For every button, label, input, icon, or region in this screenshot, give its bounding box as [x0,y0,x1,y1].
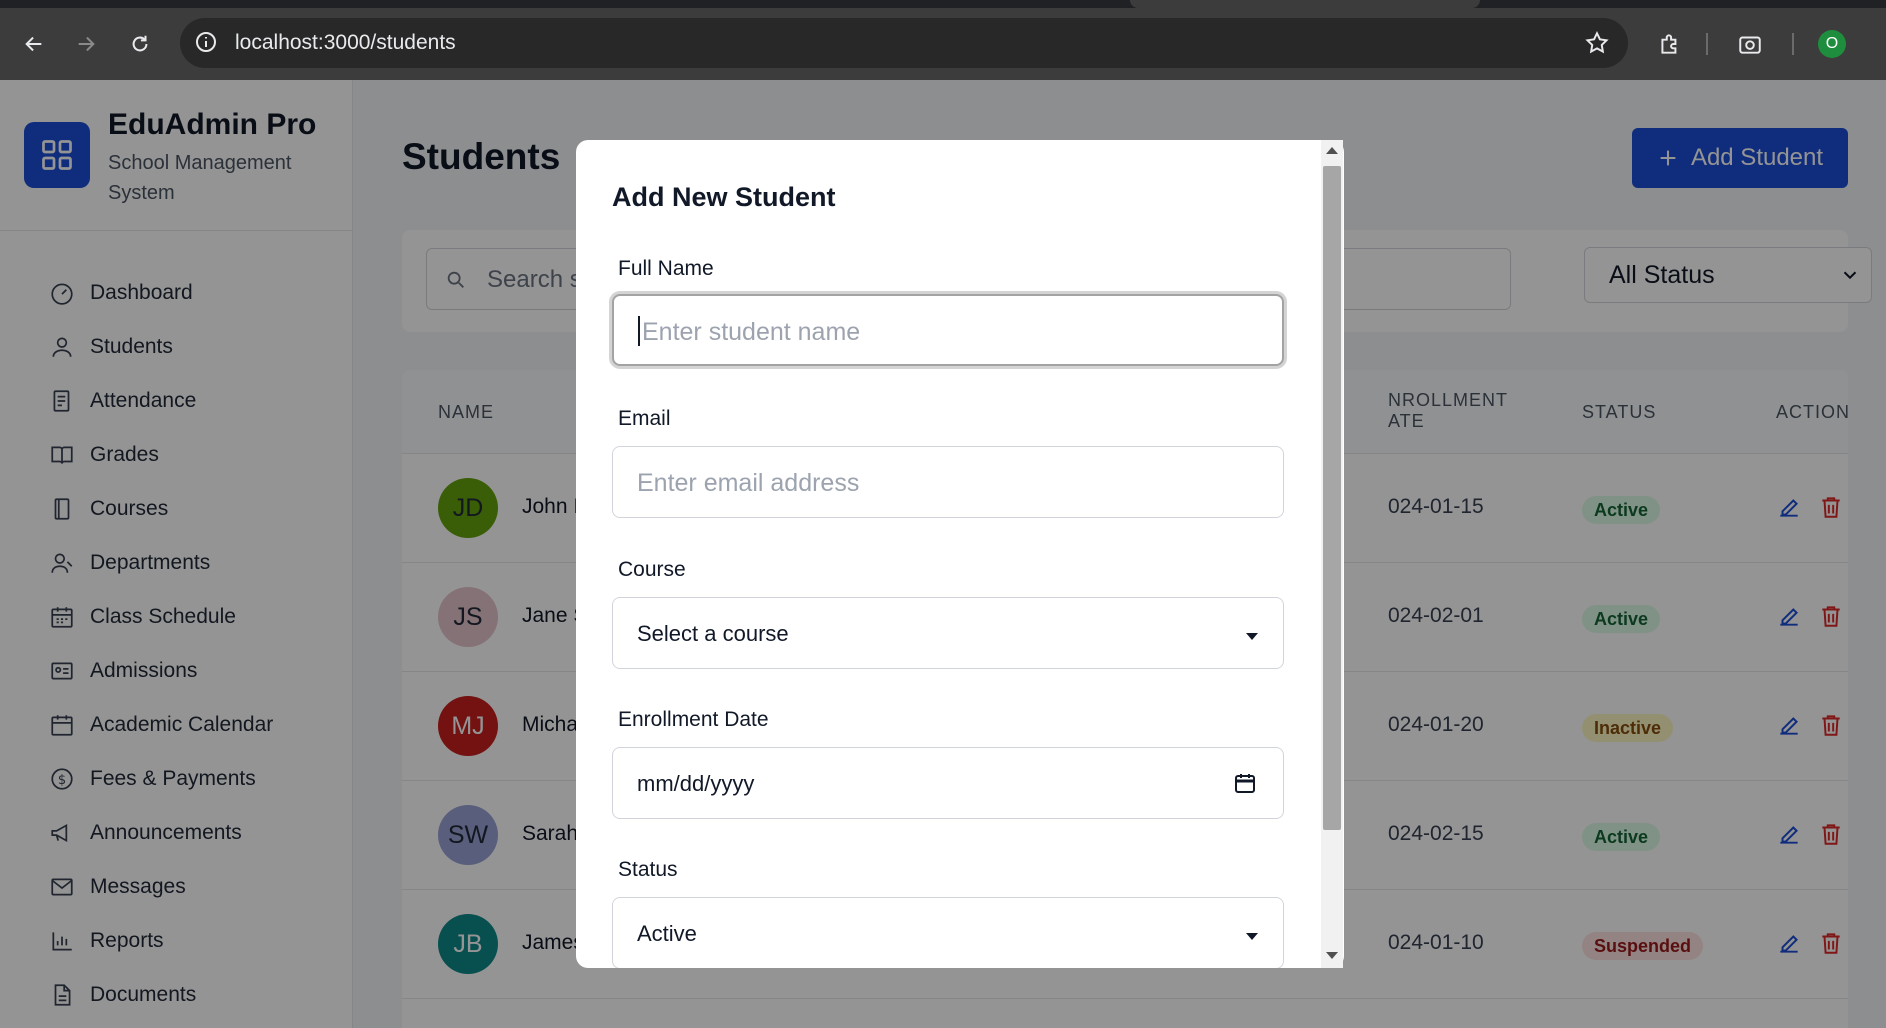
caret-down-icon [1245,628,1259,646]
puzzle-icon [1661,34,1677,54]
course-select[interactable]: Select a course [612,597,1284,669]
status-label: Status [618,858,678,881]
course-label: Course [618,558,686,581]
screenshot-button[interactable] [1730,24,1770,64]
enrollment-date-label: Enrollment Date [618,708,769,731]
bookmark-star-icon[interactable] [1584,30,1610,61]
address-bar[interactable]: localhost:3000/students [180,18,1628,68]
caret-down-icon [1245,928,1259,946]
enrollment-date-input[interactable]: mm/dd/yyyy [612,747,1284,819]
status-select-value: Active [637,921,697,946]
enrollment-date-value: mm/dd/yyyy [637,771,755,796]
extensions-button[interactable] [1650,24,1690,64]
toolbar-divider [1706,33,1708,55]
modal-scrollbar[interactable] [1321,140,1343,968]
calendar-picker-icon[interactable] [1233,771,1257,800]
status-select[interactable]: Active [612,897,1284,968]
tab-strip [0,0,1886,8]
url-text[interactable]: localhost:3000/students [235,31,456,55]
camera-icon [1739,36,1761,54]
forward-button[interactable] [66,24,106,64]
arrow-left-icon [25,36,42,52]
site-info-icon[interactable] [194,30,218,59]
full-name-field[interactable]: Enter student name [612,294,1284,366]
toolbar-divider [1792,33,1794,55]
email-label: Email [618,407,671,430]
email-field[interactable]: Enter email address [612,446,1284,518]
browser-toolbar: localhost:3000/students O [0,0,1886,80]
scrollbar-thumb[interactable] [1323,166,1341,830]
tab-edge [1130,0,1480,8]
full-name-label: Full Name [618,257,714,280]
profile-avatar[interactable]: O [1818,30,1846,58]
text-caret [638,316,640,346]
arrow-right-icon [78,36,95,52]
scroll-down-arrow-icon[interactable] [1326,952,1338,959]
reload-button[interactable] [120,24,160,64]
back-button[interactable] [14,24,54,64]
full-name-placeholder: Enter student name [642,318,861,346]
modal-title: Add New Student [612,182,836,212]
course-select-value: Select a course [637,621,789,646]
email-placeholder: Enter email address [637,469,860,497]
scroll-up-arrow-icon[interactable] [1326,147,1338,154]
reload-icon [132,35,148,52]
add-student-modal: Add New Student Full Name Enter student … [576,140,1344,968]
